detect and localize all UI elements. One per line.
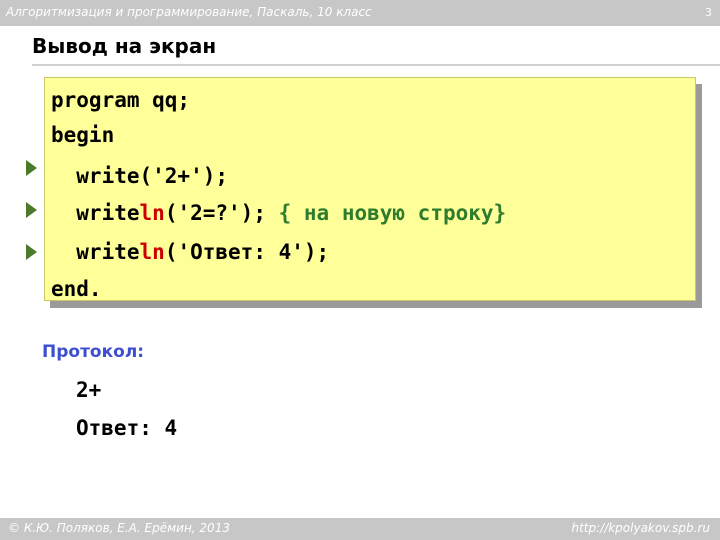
code-line: writeln('Ответ: 4'); (51, 240, 329, 264)
code-box: program qq; begin write('2+'); writeln('… (44, 77, 696, 301)
bullet-arrow-icon (26, 202, 37, 218)
code-line: program qq; (51, 88, 191, 112)
output-line: Ответ: 4 (76, 416, 178, 440)
header-bar: Алгоритмизация и программирование, Паска… (0, 0, 720, 26)
course-title: Алгоритмизация и программирование, Паска… (6, 5, 372, 19)
copyright-text: © К.Ю. Поляков, Е.А. Ерёмин, 2013 (8, 521, 230, 535)
slide-title: Вывод на экран (32, 34, 217, 58)
code-line: begin (51, 123, 115, 147)
protocol-label: Протокол: (42, 342, 145, 362)
title-divider (32, 64, 720, 66)
code-token: write (51, 201, 140, 225)
code-keyword-ln: ln (139, 201, 165, 225)
code-comment: { на новую строку} (278, 201, 507, 225)
page-number: 3 (705, 6, 712, 19)
output-line: 2+ (76, 378, 102, 402)
bullet-arrow-icon (26, 160, 37, 176)
code-token: ('2=?'); (164, 201, 279, 225)
footer-bar: © К.Ю. Поляков, Е.А. Ерёмин, 2013 http:/… (0, 518, 720, 540)
code-keyword-ln: ln (139, 240, 165, 264)
code-line: write('2+'); (51, 164, 229, 188)
bullet-arrow-icon (26, 244, 37, 260)
code-token: write (51, 240, 140, 264)
code-line: end. (51, 277, 102, 301)
site-link[interactable]: http://kpolyakov.spb.ru (571, 521, 710, 535)
code-line: writeln('2=?'); { на новую строку} (51, 201, 506, 225)
code-token: ('Ответ: 4'); (164, 240, 330, 264)
